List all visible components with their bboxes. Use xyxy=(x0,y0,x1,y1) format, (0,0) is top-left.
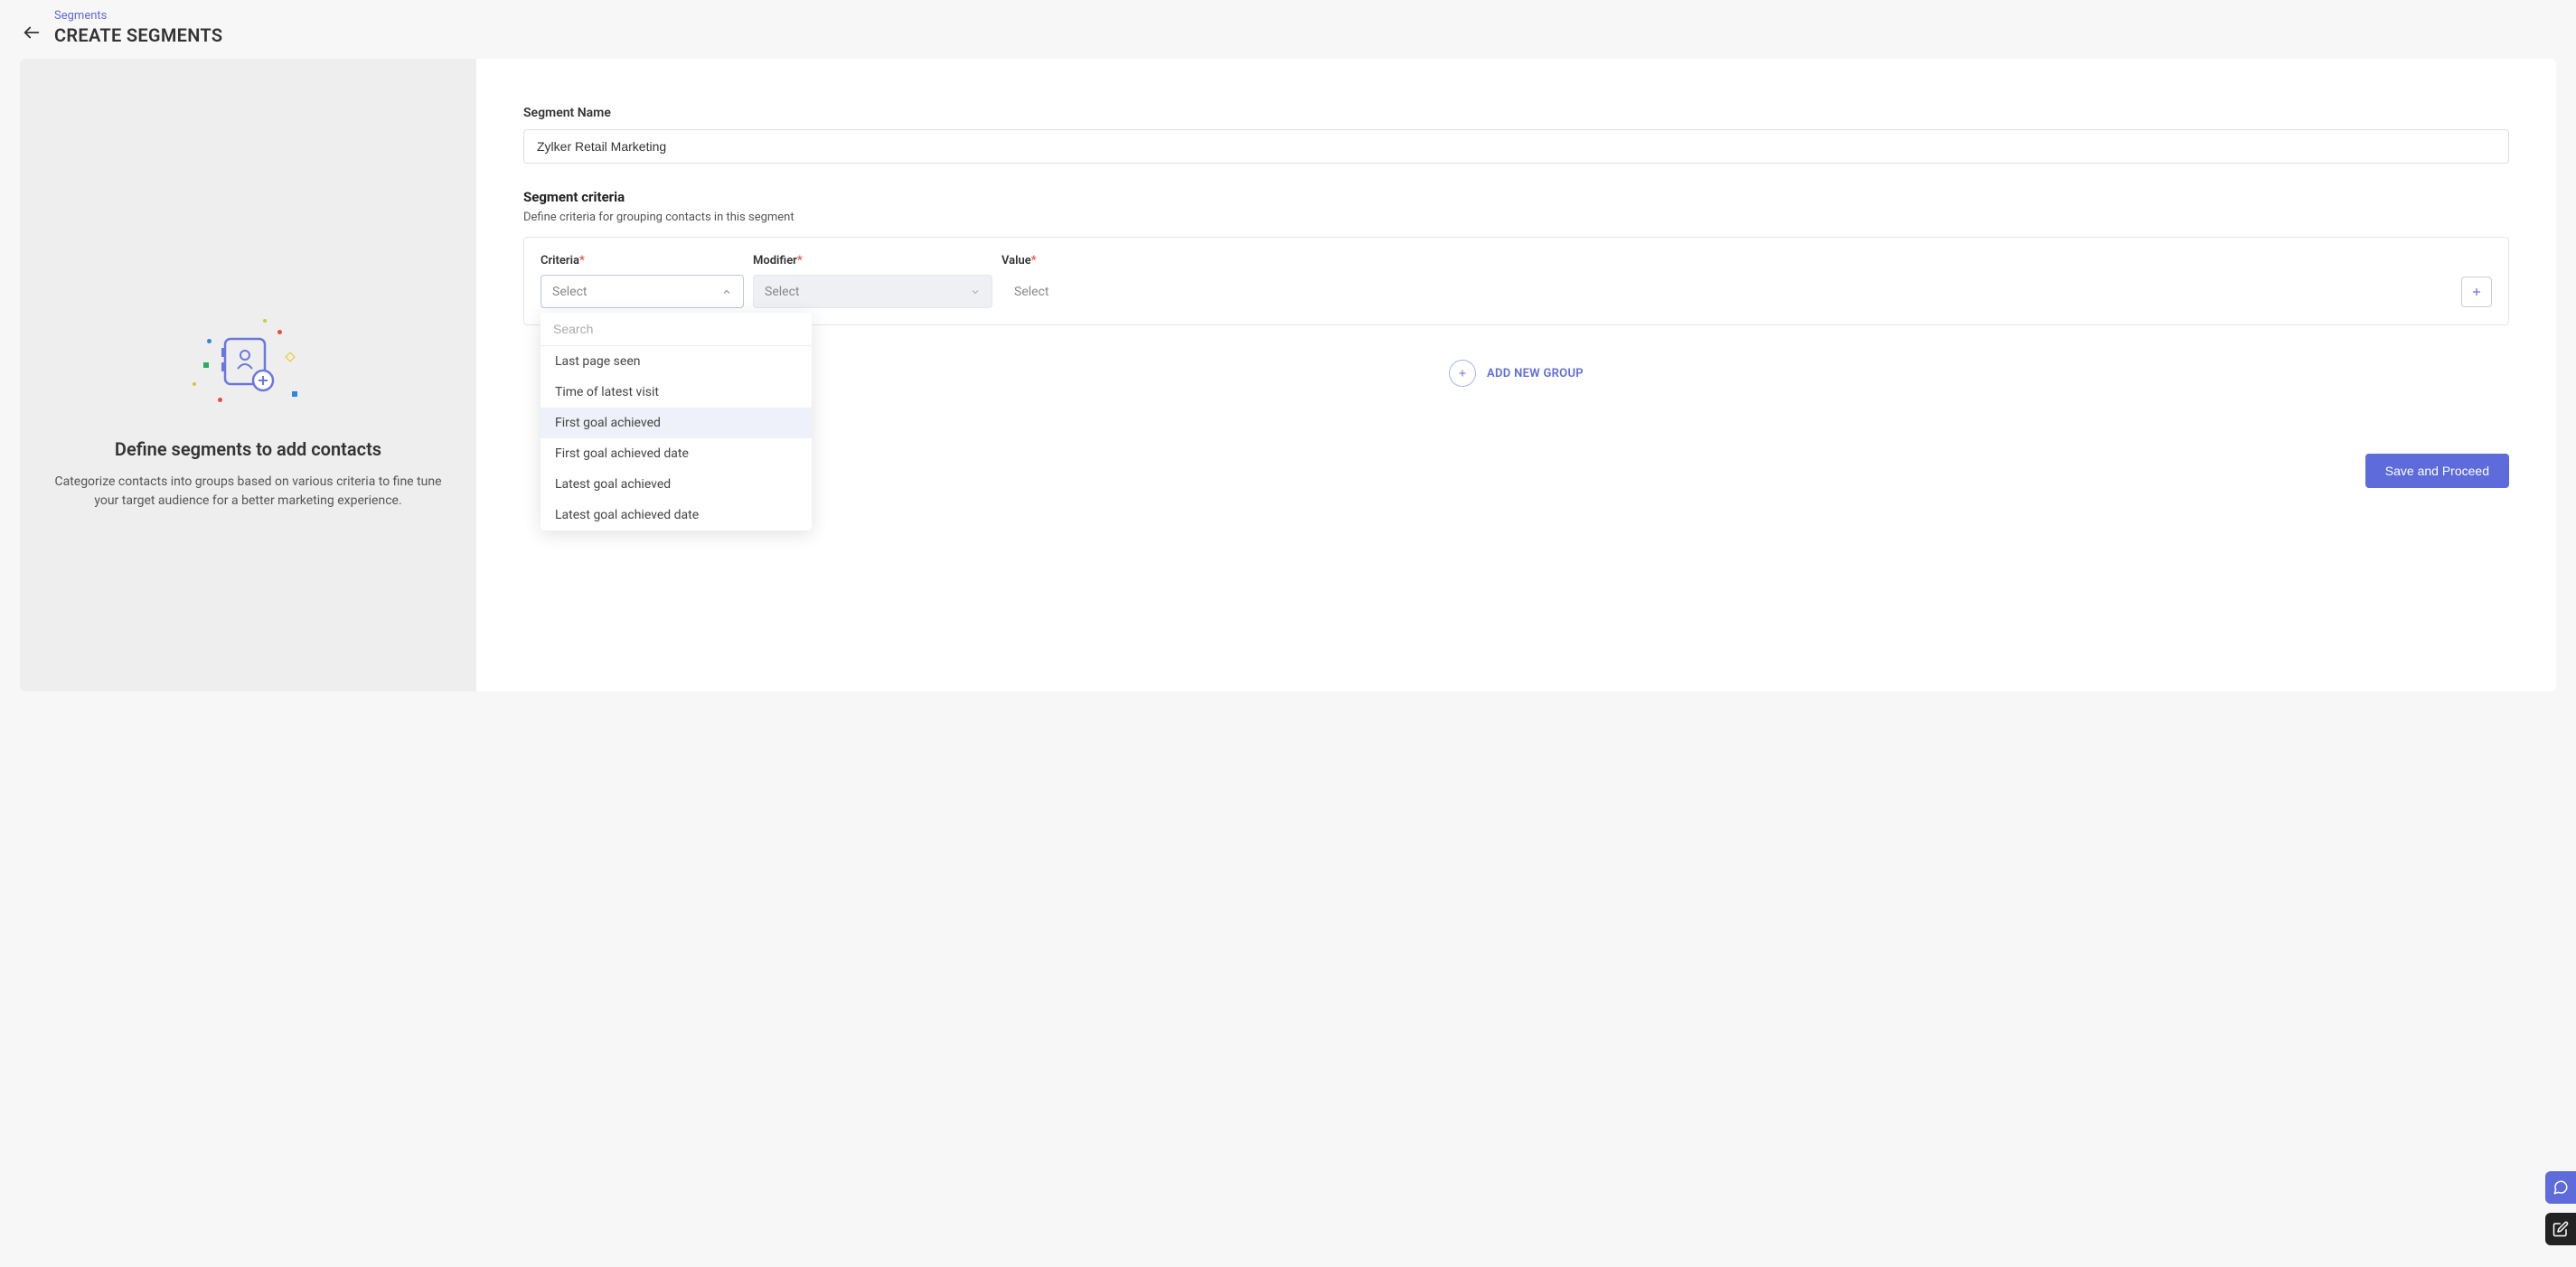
chevron-up-icon xyxy=(721,286,732,297)
save-row: Save and Proceed xyxy=(523,454,2509,488)
add-criteria-button[interactable] xyxy=(2461,277,2492,307)
criteria-column: Criteria* Select Last page seenTime of l… xyxy=(541,254,744,308)
modifier-column: Modifier* Select xyxy=(753,254,992,308)
dropdown-search-input[interactable] xyxy=(541,313,812,346)
add-new-group-button[interactable]: ADD NEW GROUP xyxy=(523,360,2509,387)
dropdown-option[interactable]: Latest goal achieved date xyxy=(541,500,812,530)
criteria-card: Criteria* Select Last page seenTime of l… xyxy=(523,237,2509,325)
value-label: Value* xyxy=(1001,254,2452,267)
add-group-plus-circle xyxy=(1449,360,1476,387)
plus-icon xyxy=(2470,286,2483,298)
value-select[interactable]: Select xyxy=(1001,275,2452,308)
main-container: Define segments to add contacts Categori… xyxy=(20,59,2556,691)
criteria-section-subtitle: Define criteria for grouping contacts in… xyxy=(523,211,2509,224)
save-and-proceed-button[interactable]: Save and Proceed xyxy=(2365,454,2509,488)
add-group-label: ADD NEW GROUP xyxy=(1487,367,1584,380)
arrow-left-icon xyxy=(22,23,42,42)
info-title: Define segments to add contacts xyxy=(115,438,381,460)
form-panel: Segment Name Segment criteria Define cri… xyxy=(476,59,2556,691)
segment-name-label: Segment Name xyxy=(523,106,2509,120)
floating-actions xyxy=(2545,1171,2576,1245)
segment-name-field: Segment Name xyxy=(523,106,2509,164)
info-description: Categorize contacts into groups based on… xyxy=(54,473,443,511)
page-header: Segments CREATE SEGMENTS xyxy=(0,0,2576,59)
criteria-dropdown: Last page seenTime of latest visitFirst … xyxy=(541,313,812,530)
criteria-label: Criteria* xyxy=(541,254,744,267)
criteria-select[interactable]: Select xyxy=(541,275,744,308)
chat-button[interactable] xyxy=(2545,1171,2576,1204)
dropdown-option[interactable]: Time of latest visit xyxy=(541,377,812,408)
modifier-select[interactable]: Select xyxy=(753,275,992,308)
dropdown-option[interactable]: First goal achieved date xyxy=(541,438,812,469)
criteria-select-placeholder: Select xyxy=(552,285,587,299)
dropdown-option[interactable]: Latest goal achieved xyxy=(541,469,812,500)
criteria-row: Criteria* Select Last page seenTime of l… xyxy=(541,254,2492,308)
back-button[interactable] xyxy=(22,23,42,42)
value-column: Value* Select xyxy=(1001,254,2452,308)
header-text: Segments CREATE SEGMENTS xyxy=(54,9,222,46)
page-title: CREATE SEGMENTS xyxy=(54,24,222,46)
segment-name-input[interactable] xyxy=(523,129,2509,164)
plus-icon xyxy=(1457,368,1468,379)
value-select-placeholder: Select xyxy=(1014,285,1048,299)
segments-illustration xyxy=(185,312,312,420)
chevron-down-icon xyxy=(970,286,981,297)
criteria-section-title: Segment criteria xyxy=(523,189,2509,205)
info-panel: Define segments to add contacts Categori… xyxy=(20,59,476,691)
modifier-select-placeholder: Select xyxy=(765,285,799,299)
breadcrumb-link[interactable]: Segments xyxy=(54,9,222,23)
edit-note-icon xyxy=(2552,1221,2569,1237)
modifier-label: Modifier* xyxy=(753,254,992,267)
chat-icon xyxy=(2552,1179,2569,1196)
note-button[interactable] xyxy=(2545,1213,2576,1245)
dropdown-option[interactable]: Last page seen xyxy=(541,346,812,377)
dropdown-option[interactable]: First goal achieved xyxy=(541,408,812,438)
